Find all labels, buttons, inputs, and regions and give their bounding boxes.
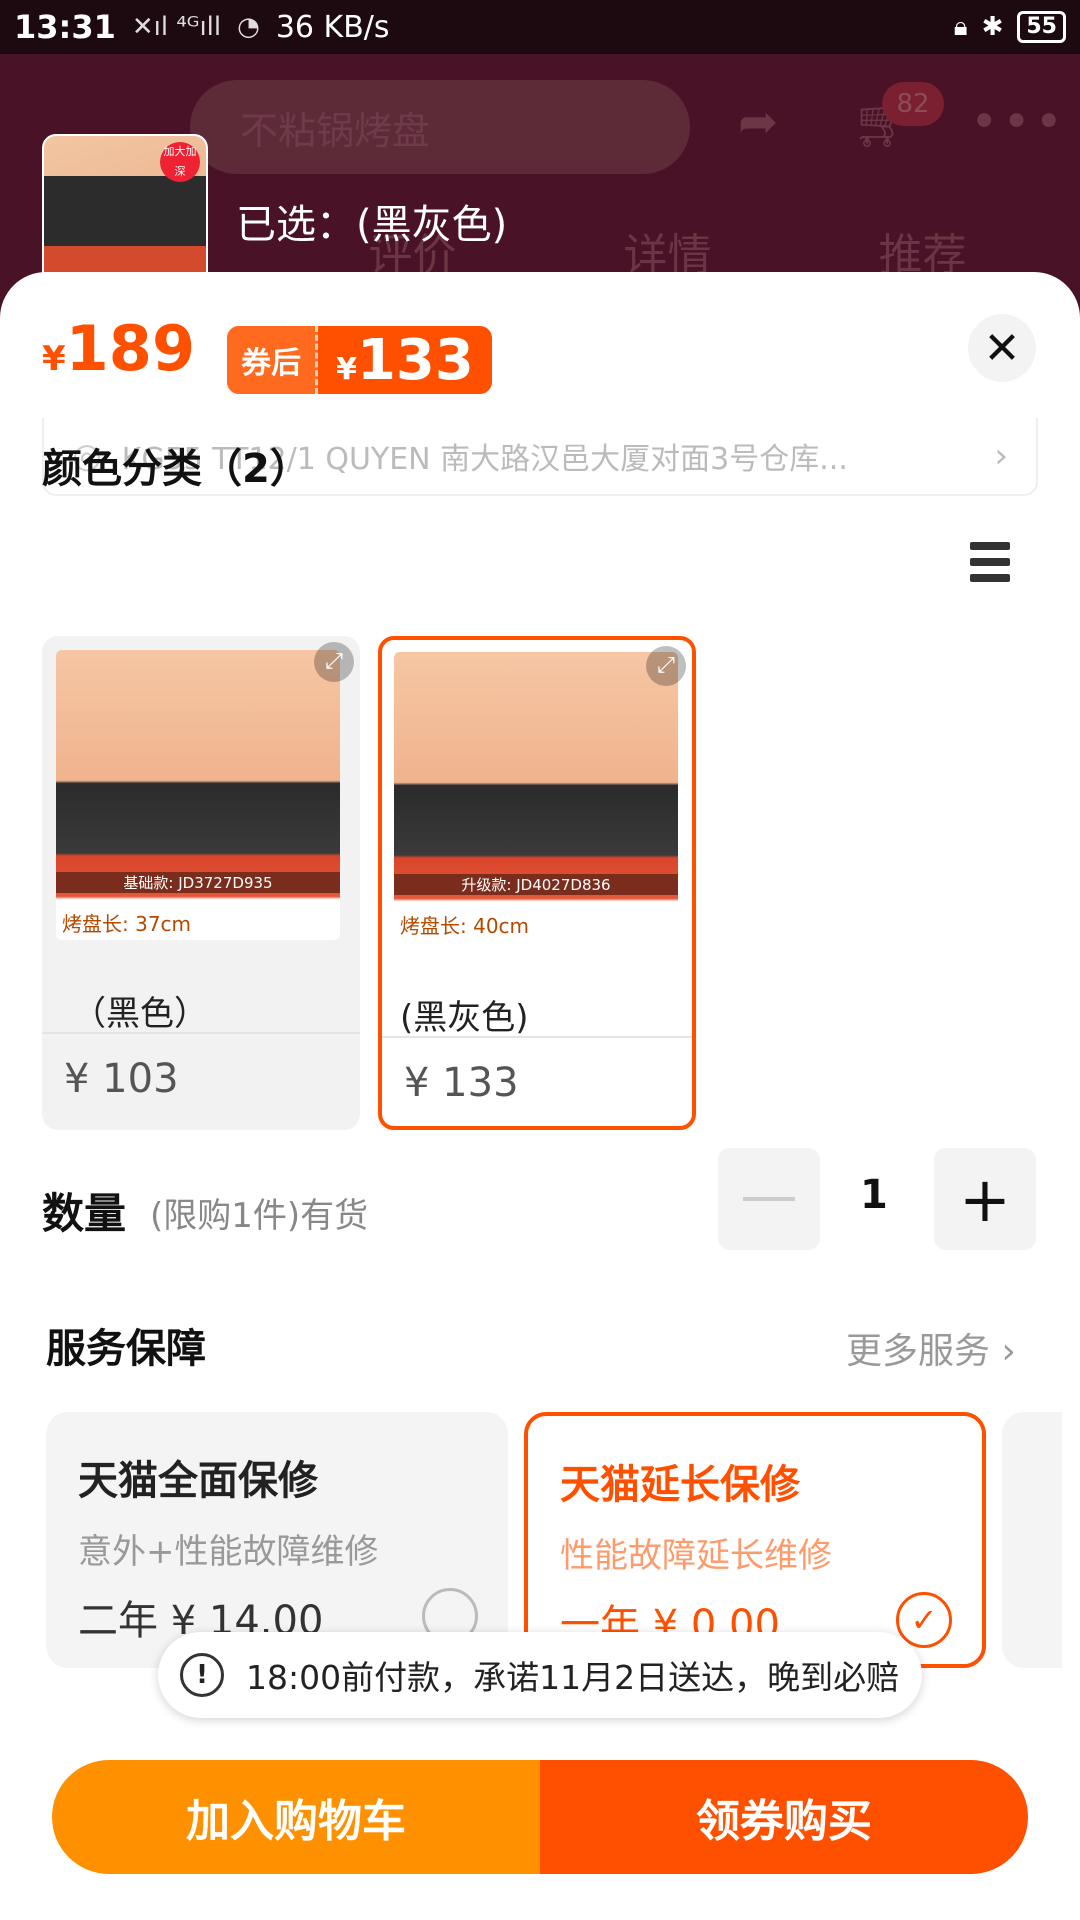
quantity-decrease-button[interactable] <box>718 1148 820 1250</box>
expand-icon[interactable]: ⤢ <box>314 642 354 682</box>
coupon-price: ¥133 <box>336 327 474 393</box>
divider <box>42 1032 360 1034</box>
status-bar: 13:31 ✕ıl ⁴ᴳıll ◔ 36 KB/s 🔒︎ ✱ 55 <box>0 0 1080 54</box>
expand-icon[interactable]: ⤢ <box>646 646 686 686</box>
quantity-value[interactable]: 1 <box>860 1172 888 1218</box>
color-section-title: 颜色分类（2） <box>42 446 310 492</box>
minus-icon <box>743 1197 795 1201</box>
thumb-badge: 加大加深 <box>160 142 200 182</box>
add-to-cart-button[interactable]: 加入购物车 <box>52 1760 540 1874</box>
option-image: 基础款: JD3727D935 烤盘长: 37cm <box>56 650 340 940</box>
more-icon: ••• <box>970 94 1067 150</box>
quantity-increase-button[interactable]: + <box>934 1148 1036 1250</box>
service-title: 天猫延长保修 <box>560 1462 800 1508</box>
toast-text: 18:00前付款，承诺11月2日送达，晚到必赔 <box>246 1658 900 1697</box>
share-icon: ➦ <box>738 94 779 150</box>
original-price: ¥189 <box>42 312 196 385</box>
option-price: ¥ 133 <box>404 1060 519 1106</box>
battery-icon: 55 <box>1017 11 1066 43</box>
status-right: 🔒︎ ✱ 55 <box>954 11 1066 43</box>
grill-image <box>44 176 206 246</box>
service-card-peek[interactable] <box>1002 1412 1062 1668</box>
quantity-note: (限购1件)有货 <box>150 1196 369 1236</box>
close-button[interactable]: ✕ <box>968 314 1036 382</box>
exclamation-icon: ! <box>180 1653 224 1697</box>
more-services-link[interactable]: 更多服务 › <box>846 1322 1016 1374</box>
service-card-extended-warranty[interactable]: 天猫延长保修 性能故障延长维修 一年 ¥ 0.00 ✓ <box>524 1412 986 1668</box>
network-speed: 36 KB/s <box>275 9 390 45</box>
buy-with-coupon-button[interactable]: 领券购买 <box>540 1760 1028 1874</box>
option-image: 升级款: JD4027D836 烤盘长: 40cm <box>394 652 678 942</box>
list-view-icon[interactable] <box>970 542 1010 582</box>
option-name: （黑色） <box>72 994 208 1034</box>
cart-badge: 82 <box>882 82 944 126</box>
lock-icon: 🔒︎ <box>953 11 968 42</box>
option-price: ¥ 103 <box>64 1056 179 1102</box>
color-option-black[interactable]: 基础款: JD3727D935 烤盘长: 37cm ⤢ （黑色） ¥ 103 <box>42 636 360 1130</box>
option-name: (黑灰色) <box>400 998 529 1038</box>
divider <box>382 1036 692 1038</box>
bluetooth-icon: ✱ <box>981 12 1004 42</box>
service-subtitle: 意外+性能故障维修 <box>78 1532 379 1572</box>
service-section-title: 服务保障 <box>46 1326 206 1372</box>
sku-selection-sheet: ¥189 券后 ¥133 ✕ ◎ KG55 TT12/1 QUYEN 南大路汉邑… <box>0 272 1080 1920</box>
chevron-right-icon: › <box>994 436 1008 476</box>
service-title: 天猫全面保修 <box>78 1458 318 1504</box>
background-search-bar: 不粘锅烤盘 <box>190 80 690 174</box>
coupon-tag: 券后 <box>227 326 319 394</box>
delivery-promise-toast: ! 18:00前付款，承诺11月2日送达，晚到必赔 <box>158 1632 922 1718</box>
service-subtitle: 性能故障延长维修 <box>560 1536 832 1576</box>
screen: 13:31 ✕ıl ⁴ᴳıll ◔ 36 KB/s 🔒︎ ✱ 55 不粘锅烤盘 … <box>0 0 1080 1920</box>
service-card-full-warranty[interactable]: 天猫全面保修 意外+性能故障维修 二年 ¥ 14.00 <box>46 1412 508 1668</box>
action-bar: 加入购物车 领券购买 <box>52 1760 1028 1874</box>
plus-icon: + <box>959 1162 1011 1236</box>
quantity-label: 数量 <box>42 1189 127 1238</box>
wifi-icon: ◔ <box>237 12 260 42</box>
signal-icon: ✕ıl ⁴ᴳıll <box>131 12 222 42</box>
coupon-price-badge: 券后 ¥133 <box>227 326 492 394</box>
color-option-black-gray[interactable]: 升级款: JD4027D836 烤盘长: 40cm ⤢ (黑灰色) ¥ 133 <box>378 636 696 1130</box>
status-time: 13:31 <box>14 8 116 46</box>
selected-variant-label: 已选：(黑灰色) <box>236 202 508 248</box>
price-row: ¥189 券后 ¥133 <box>42 314 492 394</box>
